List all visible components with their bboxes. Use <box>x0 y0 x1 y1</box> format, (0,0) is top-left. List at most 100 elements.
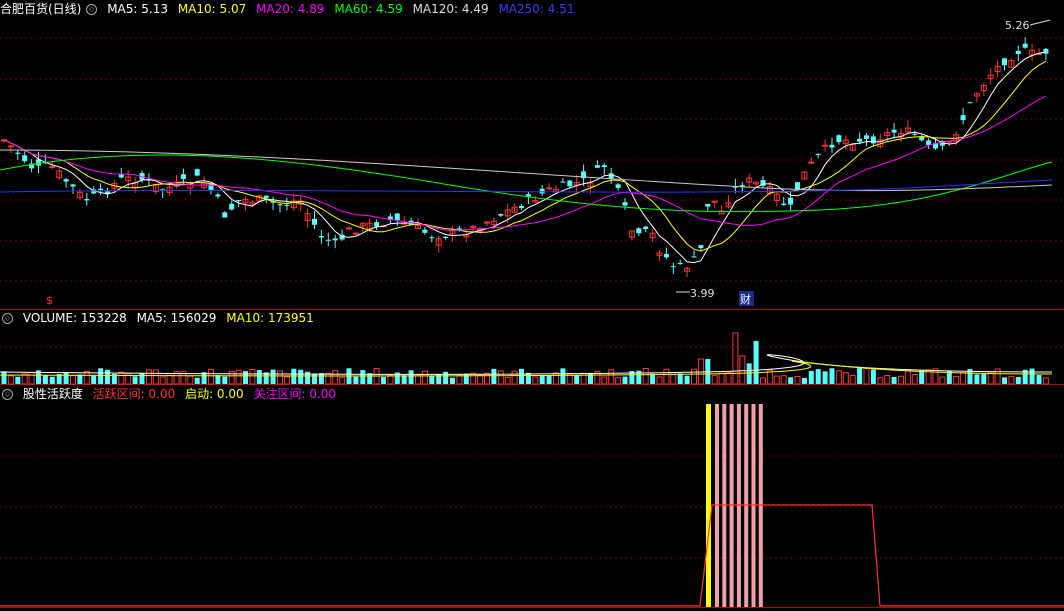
volume-bar <box>98 368 104 384</box>
candle-down <box>70 184 76 187</box>
indicator-title[interactable]: 股性活跃度 <box>23 387 83 401</box>
candle-down <box>705 204 711 207</box>
focus-range-line <box>0 504 1064 607</box>
candle-down <box>1015 50 1021 54</box>
candle-down <box>525 194 531 197</box>
volume-bar <box>491 368 497 384</box>
volume-bar <box>429 375 435 384</box>
ma5-value: MA5: 5.13 <box>107 2 168 16</box>
candle-down <box>1043 48 1049 54</box>
volume-bar <box>773 375 780 385</box>
volume-bar <box>401 375 407 384</box>
settings-circle-icon[interactable]: ◇ <box>2 389 13 400</box>
vol-ma10-value: MA10: 173951 <box>226 311 314 325</box>
candle-down <box>622 202 628 206</box>
volume-bar <box>622 376 628 384</box>
volume-bar <box>1002 377 1007 384</box>
candle-down <box>374 222 380 227</box>
volume-bar <box>822 371 828 384</box>
candle-down <box>84 199 90 201</box>
candle-down <box>912 133 918 135</box>
high-price-label: 5.26 <box>1005 19 1030 32</box>
fin-marker[interactable]: 财 <box>740 292 751 306</box>
ma5-line <box>3 51 1046 264</box>
volume-bar <box>870 369 876 384</box>
volume-bar <box>684 375 690 384</box>
volume-bar <box>463 373 469 384</box>
volume-bar <box>753 340 759 384</box>
volume-bar <box>808 371 814 384</box>
candle-down <box>1002 58 1007 66</box>
volume-bar <box>829 368 835 384</box>
candle-down <box>284 204 290 206</box>
volume-bar <box>270 369 276 384</box>
volume-bar <box>615 377 622 385</box>
price-panel[interactable] <box>0 19 1053 293</box>
start-bar <box>706 404 711 607</box>
candle-down <box>594 165 600 168</box>
candle-down <box>670 266 676 268</box>
candle-down <box>229 203 235 210</box>
stock-title[interactable]: 合肥百货(日线) <box>0 2 81 16</box>
volume-bar <box>656 376 663 385</box>
candle-down <box>443 236 449 239</box>
volume-bar <box>953 376 960 385</box>
candle-down <box>312 218 317 225</box>
volume-bar <box>70 375 76 385</box>
volume-bar <box>588 372 593 384</box>
candle-down <box>1022 43 1028 48</box>
volume-bar <box>877 377 884 385</box>
candle-down <box>567 180 573 187</box>
volume-bar <box>305 371 311 384</box>
volume-bar <box>283 376 290 385</box>
volume-bar <box>152 369 159 385</box>
volume-bar <box>919 370 925 384</box>
volume-bar <box>842 372 849 385</box>
low-price-label: 3.99 <box>690 287 715 300</box>
settings-circle-icon[interactable]: ◇ <box>2 313 13 324</box>
volume-bar <box>884 375 891 385</box>
candle-up <box>711 200 718 203</box>
volume-bar <box>318 373 324 384</box>
candle-up <box>822 144 829 147</box>
ma250-value: MA250: 4.51 <box>498 2 575 16</box>
volume-bar <box>760 377 766 385</box>
candle-down <box>325 239 331 241</box>
candle-up <box>352 232 359 235</box>
volume-bar <box>132 376 138 384</box>
candle-down <box>960 115 966 121</box>
candle-down <box>815 153 821 155</box>
candle-down <box>539 188 545 194</box>
volume-bar <box>450 377 455 384</box>
candle-down <box>519 205 524 209</box>
volume-bar <box>835 370 842 385</box>
volume-bar <box>1008 375 1015 385</box>
volume-bar <box>145 369 152 385</box>
volume-bar <box>381 377 386 384</box>
volume-bar <box>504 376 511 385</box>
volume-bar <box>325 372 332 385</box>
volume-bar <box>408 370 414 384</box>
settings-circle-icon[interactable]: ◇ <box>86 4 98 15</box>
ma10-line <box>3 60 1047 252</box>
candle-down <box>663 253 669 258</box>
volume-bar <box>277 370 283 385</box>
volume-panel[interactable] <box>0 332 1053 385</box>
candle-up <box>7 145 14 148</box>
indicator-panel[interactable] <box>0 404 1064 607</box>
volume-bar <box>105 369 110 384</box>
candle-up <box>484 221 490 224</box>
volume-bar <box>746 363 752 384</box>
volume-bar <box>7 375 14 385</box>
candle-down <box>636 228 642 234</box>
candle-down <box>332 238 338 241</box>
candle-down <box>215 194 221 197</box>
candle-down <box>63 179 69 182</box>
volume-bar <box>691 368 697 385</box>
start-value: 启动: 0.00 <box>185 387 244 401</box>
volume-value: VOLUME: 153228 <box>22 311 127 325</box>
candle-down <box>864 135 869 139</box>
volume-bar <box>91 375 97 384</box>
candle-up <box>546 187 553 190</box>
stock-chart[interactable]: 5.26 3.99 $ 财 <box>0 0 1064 611</box>
